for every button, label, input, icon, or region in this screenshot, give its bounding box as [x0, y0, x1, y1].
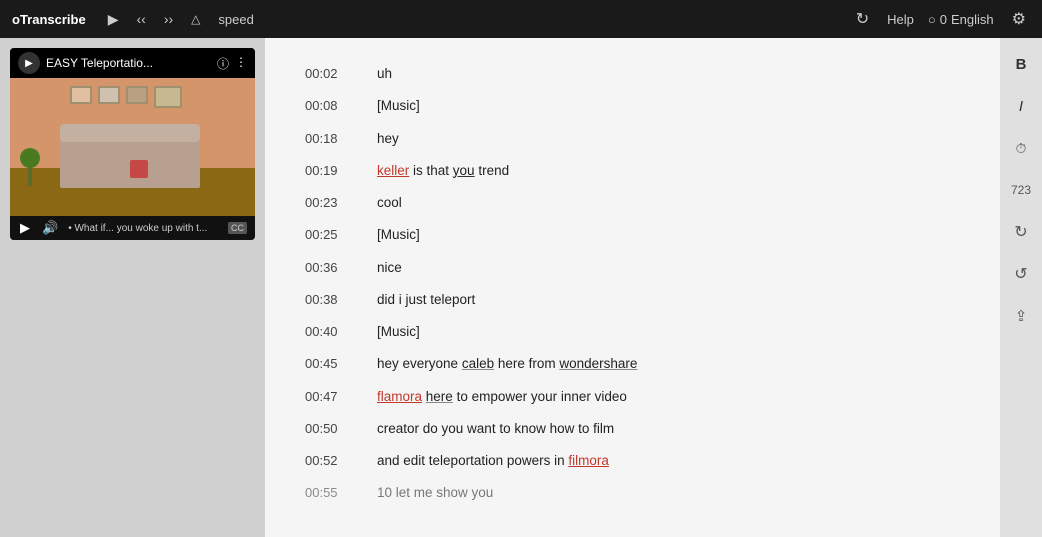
timestamp: 00:52: [305, 453, 357, 468]
flagged-word: flamora: [377, 389, 422, 404]
flagged-word: here: [426, 389, 453, 404]
timestamp: 00:50: [305, 421, 357, 436]
video-title-bar: ▶ EASY Teleportatio... ⓘ ⋮: [10, 48, 255, 78]
transcript-row: 00:55 10 let me show you: [305, 477, 960, 509]
transcript-row: 00:50 creator do you want to know how to…: [305, 413, 960, 445]
speed-icon: △: [187, 10, 204, 28]
video-title: EASY Teleportatio...: [46, 56, 153, 70]
transcript-text[interactable]: cool: [377, 193, 960, 213]
transcript-row: 00:19 keller is that you trend: [305, 155, 960, 187]
transcript-text[interactable]: and edit teleportation powers in filmora: [377, 451, 960, 471]
transcript-panel[interactable]: 00:02 uh 00:08 [Music] 00:18 hey 00:19 k…: [265, 38, 1000, 537]
timestamp: 00:25: [305, 227, 357, 242]
transcript-row: 00:18 hey: [305, 123, 960, 155]
transcript-row: 00:36 nice: [305, 252, 960, 284]
italic-button[interactable]: I: [1007, 92, 1035, 120]
transcript-text[interactable]: nice: [377, 258, 960, 278]
word-count: 723: [1007, 176, 1035, 204]
video-container[interactable]: ▶ EASY Teleportatio... ⓘ ⋮: [10, 48, 255, 240]
timestamp-insert-icon[interactable]: ⏱: [1007, 134, 1035, 162]
brand-logo[interactable]: oTranscribe: [12, 12, 86, 27]
language-label: English: [951, 12, 994, 27]
transcript-row: 00:02 uh: [305, 58, 960, 90]
timestamp: 00:40: [305, 324, 357, 339]
wall-frame-1: [70, 86, 92, 104]
speed-label[interactable]: speed: [218, 12, 253, 27]
video-volume-ctrl[interactable]: 🔊: [40, 220, 60, 236]
transcript-row: 00:45 hey everyone caleb here from wonde…: [305, 348, 960, 380]
video-thumbnail: [10, 78, 255, 216]
transcript-row: 00:25 [Music]: [305, 219, 960, 251]
globe-icon: ○: [928, 12, 936, 27]
play-button[interactable]: ▶: [104, 9, 123, 30]
redo-icon[interactable]: ↺: [1007, 260, 1035, 288]
transcript-text[interactable]: did i just teleport: [377, 290, 960, 310]
timestamp: 00:55: [305, 485, 357, 500]
transcript-text[interactable]: keller is that you trend: [377, 161, 960, 181]
timestamp: 00:36: [305, 260, 357, 275]
room-scene: [10, 78, 255, 216]
video-play-ctrl[interactable]: ▶: [18, 220, 32, 236]
transcript-text[interactable]: uh: [377, 64, 960, 84]
refresh-icon[interactable]: ↻: [852, 7, 873, 31]
nav-right-controls: ↻ Help ○ 0 English ⚙: [852, 7, 1030, 31]
wall-frame-4: [154, 86, 182, 108]
video-play-button[interactable]: ▶: [18, 52, 40, 74]
transcript-row: 00:47 flamora here to empower your inner…: [305, 381, 960, 413]
transcript-row: 00:52 and edit teleportation powers in f…: [305, 445, 960, 477]
timestamp: 00:02: [305, 66, 357, 81]
fast-forward-button[interactable]: ››: [160, 9, 177, 29]
video-subtitle-label: • What if... you woke up with t...: [68, 223, 220, 234]
transcript-text[interactable]: [Music]: [377, 225, 960, 245]
timestamp: 00:38: [305, 292, 357, 307]
timestamp: 00:19: [305, 163, 357, 178]
bold-button[interactable]: B: [1007, 50, 1035, 78]
flagged-word: wondershare: [559, 356, 637, 371]
transcript-text[interactable]: 10 let me show you: [377, 483, 960, 503]
video-controls-bar: ▶ 🔊 • What if... you woke up with t... C…: [10, 216, 255, 240]
room-plant: [20, 131, 40, 186]
timestamp: 00:47: [305, 389, 357, 404]
flagged-word: keller: [377, 163, 409, 178]
undo-icon[interactable]: ↻: [1007, 218, 1035, 246]
transcript-text[interactable]: hey everyone caleb here from wondershare: [377, 354, 960, 374]
language-count: 0: [940, 12, 947, 27]
subtitle-toggle[interactable]: CC: [228, 222, 247, 234]
timestamp: 00:08: [305, 98, 357, 113]
wall-frame-3: [126, 86, 148, 104]
timestamp: 00:18: [305, 131, 357, 146]
emphasized-word: you: [453, 163, 475, 178]
language-selector[interactable]: ○ 0 English: [928, 12, 994, 27]
video-info-icon[interactable]: ⓘ: [217, 55, 229, 72]
timestamp: 00:45: [305, 356, 357, 371]
main-content: ▶ EASY Teleportatio... ⓘ ⋮: [0, 38, 1042, 537]
video-overlay-marker: [130, 160, 148, 178]
transcript-text[interactable]: creator do you want to know how to film: [377, 419, 960, 439]
transcript-text[interactable]: flamora here to empower your inner video: [377, 387, 960, 407]
rewind-button[interactable]: ‹‹: [132, 9, 149, 29]
right-sidebar: B I ⏱ 723 ↻ ↺ ⇪: [1000, 38, 1042, 537]
help-link[interactable]: Help: [887, 12, 914, 27]
wall-frame-2: [98, 86, 120, 104]
settings-icon[interactable]: ⚙: [1008, 7, 1030, 31]
transcript-row: 00:38 did i just teleport: [305, 284, 960, 316]
export-icon[interactable]: ⇪: [1007, 302, 1035, 330]
transcript-row: 00:40 [Music]: [305, 316, 960, 348]
flagged-word: caleb: [462, 356, 494, 371]
transcript-row: 00:08 [Music]: [305, 90, 960, 122]
transcript-text[interactable]: [Music]: [377, 96, 960, 116]
transcript-row: 00:23 cool: [305, 187, 960, 219]
video-more-icon[interactable]: ⋮: [235, 55, 247, 72]
top-navigation: oTranscribe ▶ ‹‹ ›› △ speed ↻ Help ○ 0 E…: [0, 0, 1042, 38]
flagged-word: filmora: [568, 453, 609, 468]
room-frames: [70, 86, 182, 108]
transcript-text[interactable]: hey: [377, 129, 960, 149]
video-panel: ▶ EASY Teleportatio... ⓘ ⋮: [0, 38, 265, 537]
timestamp: 00:23: [305, 195, 357, 210]
transcript-text[interactable]: [Music]: [377, 322, 960, 342]
